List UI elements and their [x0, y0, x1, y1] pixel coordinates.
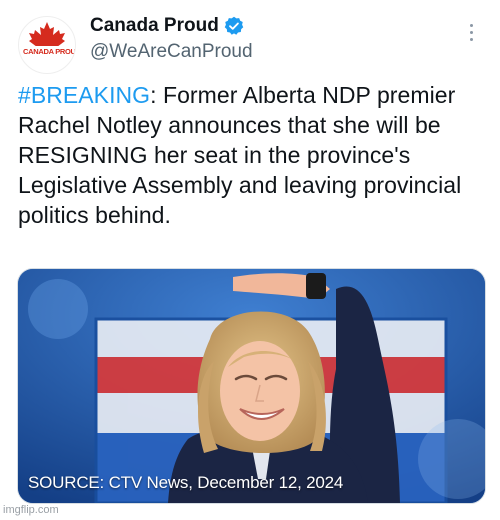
avatar[interactable]: CANADA PROUD: [18, 16, 76, 74]
display-name[interactable]: Canada Proud: [90, 15, 219, 37]
verified-badge-icon: [224, 16, 244, 35]
photo-illustration: [18, 269, 485, 503]
imgflip-watermark: imgflip.com: [3, 504, 59, 516]
hashtag-link[interactable]: #BREAKING: [18, 82, 150, 108]
avatar-text: CANADA PROUD: [23, 46, 76, 58]
account-handle[interactable]: @WeAreCanProud: [90, 41, 253, 63]
media-source-caption: SOURCE: CTV News, December 12, 2024: [28, 473, 344, 492]
tweet-text: #BREAKING: Former Alberta NDP premier Ra…: [18, 80, 488, 230]
tweet-media-image[interactable]: SOURCE: CTV News, December 12, 2024: [17, 268, 486, 504]
tweet-header: CANADA PROUD Canada Proud @WeAreCanProud: [0, 0, 500, 80]
more-options-icon[interactable]: [464, 24, 478, 48]
name-row: Canada Proud: [90, 13, 244, 39]
